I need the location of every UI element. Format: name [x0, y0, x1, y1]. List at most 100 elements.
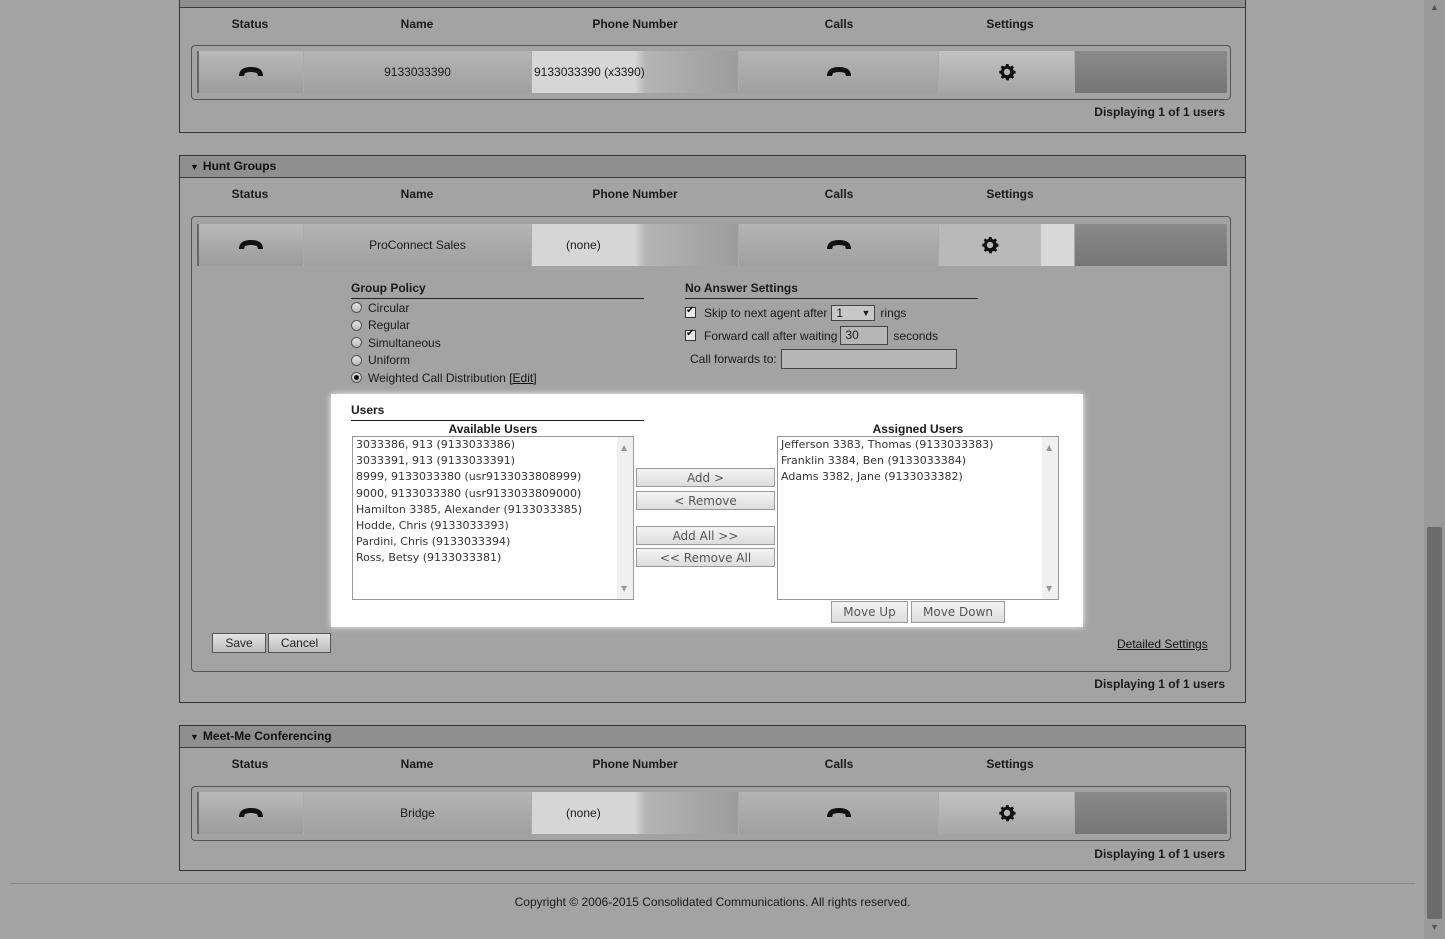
available-users-list[interactable]: 3033386, 913 (9133033386) 3033391, 913 (9…	[352, 436, 634, 600]
scroll-down-icon[interactable]: ▼	[621, 584, 627, 593]
skip-agent-checkbox[interactable]	[685, 305, 696, 318]
scroll-up-icon[interactable]: ▲	[1046, 443, 1052, 452]
display-count: Displaying 1 of 1 users	[1094, 105, 1225, 119]
list-item[interactable]: 9000, 9133033380 (usr9133033809000)	[353, 487, 633, 503]
settings-cell[interactable]	[939, 224, 1075, 266]
radio-button[interactable]	[351, 302, 362, 314]
policy-option-regular[interactable]: Regular	[351, 317, 644, 335]
list-item[interactable]: Jefferson 3383, Thomas (9133033383)	[778, 438, 1058, 454]
move-up-button[interactable]: Move Up	[831, 601, 908, 623]
remove-all-button[interactable]: << Remove All	[636, 548, 775, 567]
list-item[interactable]: Ross, Betsy (9133033381)	[353, 551, 633, 567]
users-panel: Users Available Users Assigned Users 303…	[331, 394, 1083, 627]
display-count: Displaying 1 of 1 users	[1094, 677, 1225, 691]
calls-cell[interactable]	[739, 224, 939, 266]
gear-icon[interactable]	[996, 802, 1018, 824]
col-settings: Settings	[986, 17, 1034, 31]
skip-suffix: rings	[880, 305, 907, 320]
save-button[interactable]: Save	[212, 633, 266, 653]
section-title: Meet-Me Conferencing	[202, 729, 332, 743]
forward-checkbox[interactable]	[685, 328, 696, 341]
scroll-down-icon[interactable]: ▼	[1430, 922, 1439, 932]
forward-suffix: seconds	[893, 328, 939, 343]
settings-cell[interactable]	[939, 51, 1075, 93]
calls-cell[interactable]	[739, 51, 939, 93]
radio-button-selected[interactable]	[351, 372, 362, 384]
detailed-settings-link[interactable]: Detailed Settings	[1117, 637, 1208, 651]
forward-seconds-input[interactable]: 30	[840, 326, 889, 345]
scroll-down-icon[interactable]: ▼	[1046, 584, 1052, 593]
skip-agent-row: Skip to next agent after 1▼ rings	[685, 301, 978, 324]
section-header[interactable]: ▼ Meet-Me Conferencing	[180, 726, 1245, 748]
move-down-button[interactable]: Move Down	[911, 601, 1005, 623]
table-row[interactable]: ProConnect Sales (none)	[197, 224, 1227, 266]
list-item[interactable]: 8999, 9133033380 (usr9133033808999)	[353, 470, 633, 486]
column-headers: Status Name Phone Number Calls Settings	[180, 748, 1245, 782]
page-scrollbar[interactable]: ▲ ▼	[1424, 0, 1445, 939]
list-item[interactable]: 3033391, 913 (9133033391)	[353, 454, 633, 470]
footer-divider	[10, 883, 1415, 884]
add-all-button[interactable]: Add All >>	[636, 526, 775, 545]
collapse-arrow-icon[interactable]: ▼	[190, 732, 199, 742]
phone-icon	[239, 808, 263, 817]
scrollbar-thumb[interactable]	[1427, 527, 1442, 919]
status-cell[interactable]	[197, 51, 304, 93]
radio-button[interactable]	[351, 319, 362, 331]
table-row[interactable]: 9133033390 9133033390 (x3390)	[197, 51, 1227, 93]
gear-icon[interactable]	[979, 234, 1001, 256]
add-button[interactable]: Add >	[636, 468, 775, 487]
phone-cell: 9133033390 (x3390)	[532, 51, 739, 93]
policy-option-circular[interactable]: Circular	[351, 299, 644, 317]
scroll-up-icon[interactable]: ▲	[621, 443, 627, 452]
skip-agent-label: Skip to next agent after	[704, 305, 828, 320]
list-item[interactable]: Hodde, Chris (9133033393)	[353, 519, 633, 535]
scroll-up-icon[interactable]: ▲	[1430, 2, 1439, 12]
table-row[interactable]: Bridge (none)	[197, 792, 1227, 834]
copyright: Copyright © 2006-2015 Consolidated Commu…	[514, 895, 911, 909]
policy-label: Simultaneous	[368, 335, 441, 350]
phone-icon	[826, 808, 851, 817]
scrollbar[interactable]: ▲ ▼	[1042, 437, 1058, 599]
col-phone: Phone Number	[592, 757, 678, 771]
col-calls: Calls	[824, 187, 854, 201]
status-cell[interactable]	[197, 792, 304, 834]
calls-cell[interactable]	[739, 792, 939, 834]
radio-button[interactable]	[351, 337, 362, 349]
skip-rings-select[interactable]: 1 ▼	[831, 304, 876, 321]
gear-icon[interactable]	[996, 61, 1018, 83]
status-cell[interactable]	[197, 224, 304, 266]
settings-cell[interactable]	[939, 792, 1075, 834]
phone-cell: (none)	[532, 224, 739, 266]
conference-row-box: Bridge (none)	[191, 786, 1231, 841]
row-spacer	[1075, 224, 1227, 266]
radio-button[interactable]	[351, 354, 362, 366]
phone-icon	[239, 240, 263, 249]
list-item[interactable]: Franklin 3384, Ben (9133033384)	[778, 454, 1058, 470]
col-name: Name	[400, 187, 434, 201]
forwards-to-input[interactable]	[780, 349, 957, 369]
edit-weights-link[interactable]: [Edit]	[509, 371, 536, 385]
scrollbar[interactable]: ▲ ▼	[617, 437, 633, 599]
forward-row: Forward call after waiting 30 seconds	[685, 324, 978, 347]
col-name: Name	[400, 757, 434, 771]
phone-icon	[239, 67, 263, 76]
forward-label: Forward call after waiting	[704, 328, 838, 343]
list-item[interactable]: Pardini, Chris (9133033394)	[353, 535, 633, 551]
forwards-to-row: Call forwards to:	[685, 347, 978, 371]
list-item[interactable]: 3033386, 913 (9133033386)	[353, 438, 633, 454]
assigned-users-list[interactable]: Jefferson 3383, Thomas (9133033383) Frank…	[777, 436, 1059, 600]
meet-me-section: ▼ Meet-Me Conferencing Status Name Phone …	[179, 725, 1246, 871]
group-policy-heading: Group Policy	[351, 281, 644, 299]
forwards-to-label: Call forwards to:	[690, 352, 777, 366]
list-item[interactable]: Adams 3382, Jane (9133033382)	[778, 470, 1058, 486]
policy-option-weighted[interactable]: Weighted Call Distribution [Edit]	[351, 369, 644, 387]
name-cell: ProConnect Sales	[304, 224, 532, 266]
list-item[interactable]: Hamilton 3385, Alexander (9133033385)	[353, 503, 633, 519]
remove-button[interactable]: < Remove	[636, 491, 775, 510]
policy-option-uniform[interactable]: Uniform	[351, 352, 644, 370]
cancel-button[interactable]: Cancel	[268, 633, 331, 653]
collapse-arrow-icon[interactable]: ▼	[190, 162, 199, 172]
group-policy: Group Policy Circular Regular Simultaneo…	[351, 281, 644, 387]
section-header[interactable]: ▼ Hunt Groups	[180, 156, 1245, 178]
policy-option-simultaneous[interactable]: Simultaneous	[351, 334, 644, 352]
